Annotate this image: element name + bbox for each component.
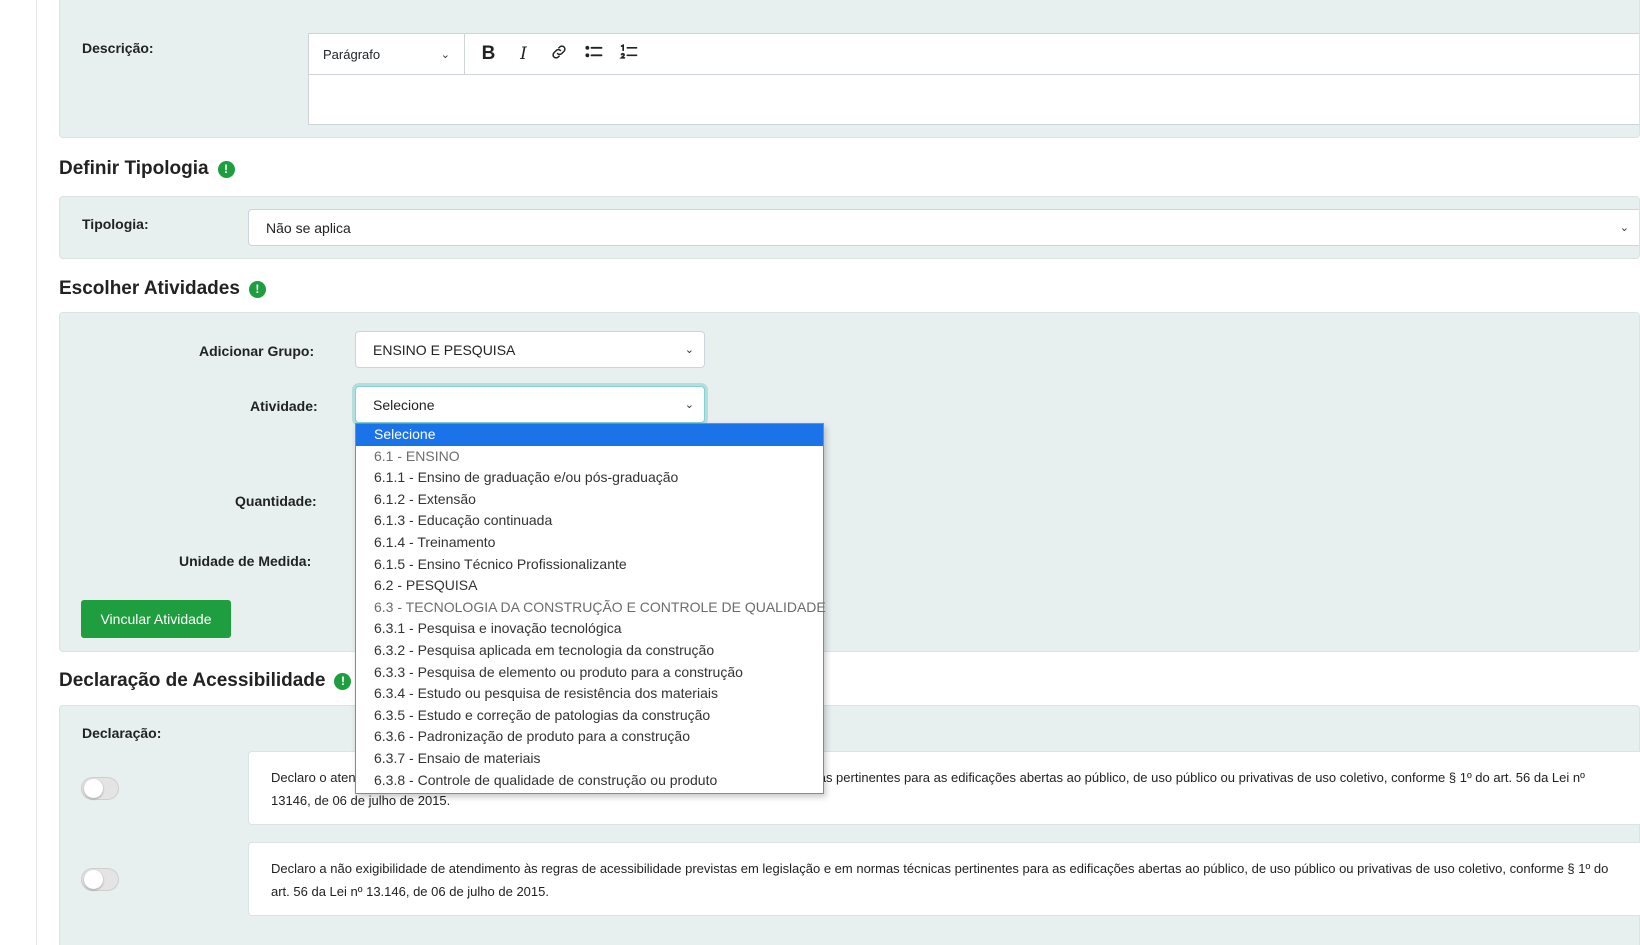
chevron-down-icon: ⌄	[684, 399, 694, 411]
atividades-section-title: Escolher Atividades !	[59, 278, 266, 300]
rich-text-editor: Parágrafo ⌄ B I	[308, 33, 1639, 125]
atividades-title-text: Escolher Atividades	[59, 278, 240, 299]
bold-icon[interactable]: B	[471, 43, 506, 65]
atividade-dropdown-list: Selecione 6.1 - ENSINO 6.1.1 - Ensino de g…	[355, 423, 826, 795]
quantidade-label: Quantidade:	[235, 493, 317, 509]
dropdown-option[interactable]: Selecione	[356, 424, 823, 446]
atividade-label: Atividade:	[250, 398, 318, 414]
dropdown-option[interactable]: 6.1.4 - Treinamento	[356, 532, 823, 554]
tipologia-section-title: Definir Tipologia !	[59, 158, 235, 180]
grupo-select[interactable]: ENSINO E PESQUISA ⌄	[355, 331, 705, 368]
declaracao-2-box: Declaro a não exigibilidade de atendimen…	[248, 842, 1640, 916]
left-divider	[36, 0, 37, 945]
link-icon[interactable]	[541, 43, 576, 66]
atividades-card	[59, 312, 1640, 652]
descricao-card: Descrição: Parágrafo ⌄ B I	[59, 0, 1640, 138]
dropdown-option[interactable]: 6.1 - ENSINO	[356, 446, 823, 468]
numbered-list-icon[interactable]	[611, 43, 646, 66]
declaracao-2-toggle[interactable]	[81, 868, 119, 891]
dropdown-option[interactable]: 6.3.8 - Controle de qualidade de constru…	[356, 770, 823, 792]
dropdown-option[interactable]: 6.3.1 - Pesquisa e inovação tecnológica	[356, 618, 823, 640]
italic-icon[interactable]: I	[506, 44, 541, 64]
dropdown-option[interactable]: 6.1.1 - Ensino de graduação e/ou pós-gra…	[356, 467, 823, 489]
exclamation-icon: !	[217, 160, 235, 178]
tipologia-select[interactable]: Não se aplica ⌄	[248, 209, 1639, 246]
exclamation-icon: !	[248, 280, 266, 298]
dropdown-option[interactable]: 6.3.2 - Pesquisa aplicada em tecnologia …	[356, 640, 823, 662]
tipologia-card: Tipologia: Não se aplica ⌄	[59, 196, 1640, 259]
atividade-select[interactable]: Selecione ⌄	[355, 386, 705, 423]
grupo-value: ENSINO E PESQUISA	[373, 341, 516, 358]
dropdown-option[interactable]: 6.3.5 - Estudo e correção de patologias …	[356, 705, 823, 727]
dropdown-option[interactable]: 6.3.7 - Ensaio de materiais	[356, 748, 823, 770]
editor-toolbar: Parágrafo ⌄ B I	[309, 33, 1639, 75]
toggle-knob	[84, 870, 103, 889]
acessibilidade-section-title: Declaração de Acessibilidade !	[59, 670, 352, 692]
declaracao-2-text: Declaro a não exigibilidade de atendimen…	[271, 861, 1609, 899]
exclamation-icon: !	[334, 672, 352, 690]
paragraph-format-select[interactable]: Parágrafo ⌄	[309, 33, 465, 75]
dropdown-option[interactable]: 6.1.2 - Extensão	[356, 489, 823, 511]
tipologia-label: Tipologia:	[82, 216, 149, 232]
dropdown-option[interactable]: 6.1.3 - Educação continuada	[356, 510, 823, 532]
declaracao-1-toggle[interactable]	[81, 777, 119, 800]
dropdown-option[interactable]: 6.3.3 - Pesquisa de elemento ou produto …	[356, 662, 823, 684]
toggle-knob	[84, 779, 103, 798]
dropdown-option[interactable]: 6.3.6 - Padronização de produto para a c…	[356, 726, 823, 748]
chevron-down-icon: ⌄	[1619, 222, 1629, 234]
vincular-atividade-button[interactable]: Vincular Atividade	[81, 600, 231, 638]
paragraph-format-value: Parágrafo	[323, 46, 381, 62]
tipologia-title-text: Definir Tipologia	[59, 158, 209, 179]
tipologia-value: Não se aplica	[266, 219, 351, 236]
descricao-label: Descrição:	[82, 40, 154, 56]
acessibilidade-title-text: Declaração de Acessibilidade	[59, 670, 326, 691]
atividade-value: Selecione	[373, 396, 435, 413]
chevron-down-icon: ⌄	[440, 48, 450, 61]
dropdown-option[interactable]: 6.2 - PESQUISA	[356, 575, 823, 597]
grupo-label: Adicionar Grupo:	[199, 343, 315, 359]
dropdown-option[interactable]: 6.3 - TECNOLOGIA DA CONSTRUÇÃO E CONTROL…	[356, 597, 826, 619]
dropdown-option[interactable]: 6.3.4 - Estudo ou pesquisa de resistênci…	[356, 683, 823, 705]
dropdown-option[interactable]: 6.1.5 - Ensino Técnico Profissionalizant…	[356, 554, 823, 576]
declaracao-label: Declaração:	[82, 725, 162, 741]
chevron-down-icon: ⌄	[684, 344, 694, 356]
unidade-label: Unidade de Medida:	[179, 553, 312, 569]
bullet-list-icon[interactable]	[576, 43, 611, 66]
